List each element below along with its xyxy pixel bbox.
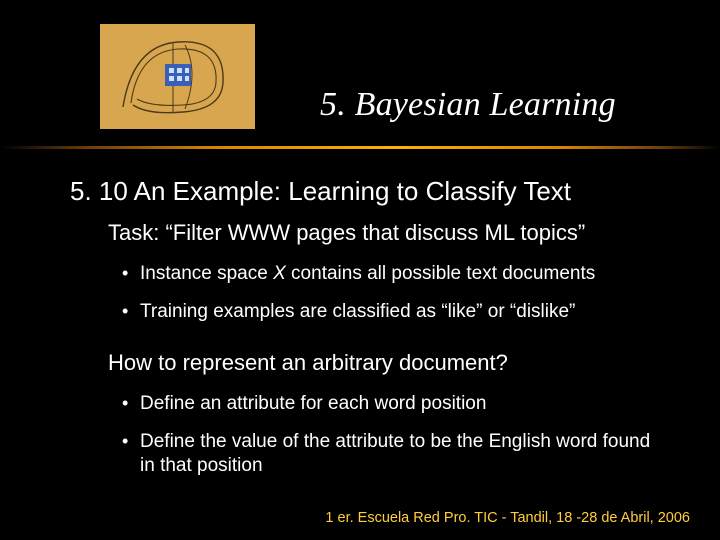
- slide-title: 5. Bayesian Learning: [320, 86, 616, 124]
- bullet-define-attribute: Define an attribute for each word positi…: [140, 392, 486, 416]
- bullet-training-examples: Training examples are classified as “lik…: [140, 300, 575, 324]
- bullet-instance-space: Instance space X contains all possible t…: [140, 262, 595, 286]
- bullet-define-value: Define the value of the attribute to be …: [140, 430, 660, 478]
- logo-image: [100, 24, 255, 129]
- section-heading: 5. 10 An Example: Learning to Classify T…: [70, 176, 571, 207]
- task-line: Task: “Filter WWW pages that discuss ML …: [108, 220, 585, 246]
- question-line: How to represent an arbitrary document?: [108, 350, 508, 376]
- footer-text: 1 er. Escuela Red Pro. TIC - Tandil, 18 …: [325, 510, 690, 526]
- title-underline: [0, 146, 720, 149]
